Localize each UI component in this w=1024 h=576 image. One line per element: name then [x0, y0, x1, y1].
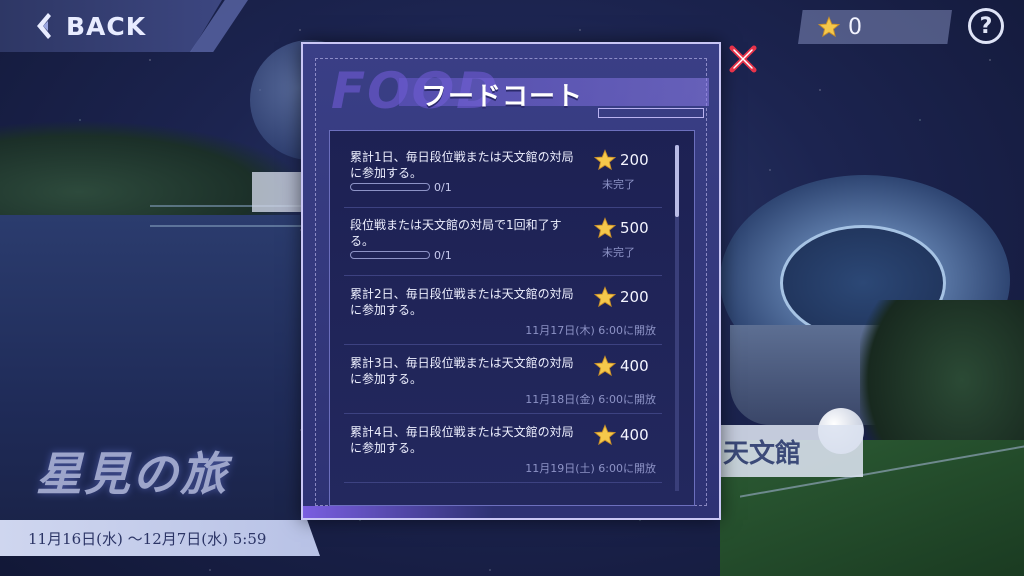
dialog-title: フードコート [421, 82, 584, 112]
reward-amount: 400 [620, 357, 649, 375]
star-icon [594, 286, 616, 308]
star-icon [594, 355, 616, 377]
mission-item: 累計4日、毎日段位戦または天文館の対局に参加する。 400 11月19日(土) … [344, 414, 662, 483]
mission-reward: 500 [594, 217, 649, 239]
planetarium-sign-label: 天文館 [723, 438, 802, 469]
dialog-accent-stripe [303, 506, 493, 518]
title-bar-accent [598, 108, 704, 118]
back-button-label: BACK [66, 11, 147, 41]
mission-list[interactable]: 累計1日、毎日段位戦または天文館の対局に参加する。 200 未完了 0/1 段位… [329, 130, 695, 506]
unlock-time: 11月18日(金) 6:00に開放 [525, 393, 656, 406]
reward-amount: 500 [620, 219, 649, 237]
star-icon [594, 424, 616, 446]
progress-text: 0/1 [434, 181, 452, 194]
progress-bar [350, 183, 430, 191]
star-icon [818, 16, 840, 38]
mission-status: 未完了 [602, 178, 635, 191]
food-court-dialog: FOOD フードコート 累計1日、毎日段位戦または天文館の対局に参加する。 20… [301, 42, 721, 520]
close-icon[interactable] [728, 44, 758, 74]
mission-reward: 200 [594, 149, 649, 171]
back-button[interactable]: BACK [34, 6, 146, 46]
mission-reward: 200 [594, 286, 649, 308]
reward-amount: 400 [620, 426, 649, 444]
reward-amount: 200 [620, 288, 649, 306]
mission-status: 未完了 [602, 246, 635, 259]
event-date-range: 11月16日(水) ～12月7日(水) 5:59 [28, 529, 267, 548]
progress-bar [350, 251, 430, 259]
back-arrow-icon [37, 13, 51, 39]
mission-description: 累計4日、毎日段位戦または天文館の対局に参加する。 [350, 425, 574, 455]
mission-reward: 400 [594, 424, 649, 446]
help-button[interactable]: ? [968, 8, 1004, 44]
mission-item: 段位戦または天文館の対局で1回和了する。 500 未完了 0/1 [344, 207, 662, 276]
reward-amount: 200 [620, 151, 649, 169]
mission-description: 累計3日、毎日段位戦または天文館の対局に参加する。 [350, 356, 574, 386]
star-count: 0 [848, 14, 862, 40]
signboard-left [252, 172, 302, 212]
star-icon [594, 217, 616, 239]
star-icon [594, 149, 616, 171]
progress-text: 0/1 [434, 249, 452, 262]
unlock-time: 11月19日(土) 6:00に開放 [525, 462, 656, 475]
mission-item: 累計2日、毎日段位戦または天文館の対局に参加する。 200 11月17日(木) … [344, 276, 662, 345]
mission-description: 段位戦または天文館の対局で1回和了する。 [350, 218, 562, 248]
planetarium-sign[interactable]: 天文館 [715, 425, 863, 477]
help-icon: ? [979, 13, 993, 39]
mission-description: 累計1日、毎日段位戦または天文館の対局に参加する。 [350, 150, 574, 180]
mission-reward: 400 [594, 355, 649, 377]
scrollbar[interactable] [675, 145, 679, 491]
mission-description: 累計2日、毎日段位戦または天文館の対局に参加する。 [350, 287, 574, 317]
event-date-bar: 11月16日(水) ～12月7日(水) 5:59 [0, 520, 320, 556]
mission-item: 累計1日、毎日段位戦または天文館の対局に参加する。 200 未完了 0/1 [344, 139, 662, 208]
star-counter: 0 [798, 10, 952, 44]
event-title: 星見の旅 [36, 447, 228, 501]
unlock-time: 11月17日(木) 6:00に開放 [525, 324, 656, 337]
scrollbar-thumb[interactable] [675, 145, 679, 217]
mission-item: 累計3日、毎日段位戦または天文館の対局に参加する。 400 11月18日(金) … [344, 345, 662, 414]
